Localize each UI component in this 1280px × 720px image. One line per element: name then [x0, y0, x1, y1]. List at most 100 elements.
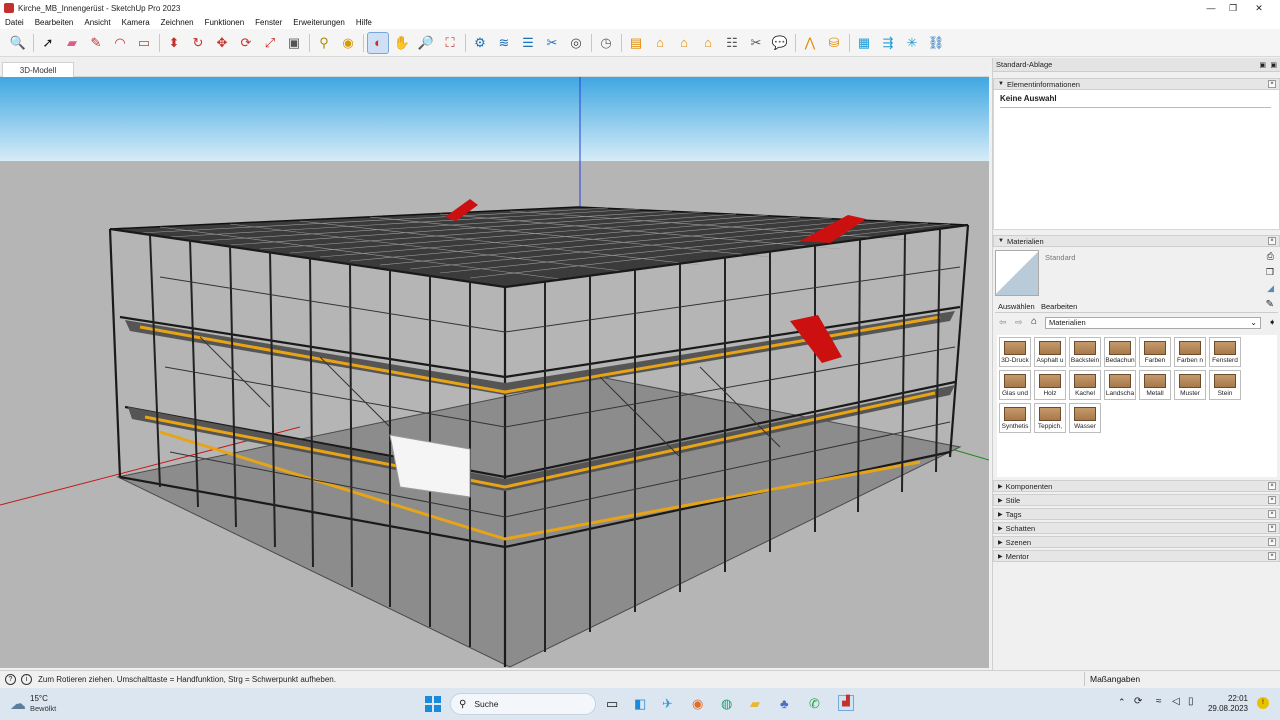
section-szenen[interactable]: ▶ Szenen × [993, 536, 1280, 548]
report-icon[interactable]: ▤ [626, 33, 646, 53]
zoom-extents-icon[interactable]: 🔍 [8, 33, 28, 53]
house3-icon[interactable]: ⌂ [698, 33, 718, 53]
material-folder[interactable]: Bedachun [1104, 337, 1136, 367]
file-explorer-icon[interactable]: ▰ [750, 696, 760, 712]
scale-icon[interactable]: ⤢ [260, 33, 280, 53]
move-icon[interactable]: ✥ [212, 33, 232, 53]
tools-icon[interactable]: ✂ [746, 33, 766, 53]
volume-icon[interactable]: ◁ [1172, 696, 1180, 707]
taskbar-search[interactable]: ⚲ Suche [450, 693, 596, 715]
firefox-icon[interactable]: ◉ [692, 696, 703, 712]
menu-zeichnen[interactable]: Zeichnen [161, 18, 194, 27]
material-folder[interactable]: Backstein [1069, 337, 1101, 367]
whatsapp-icon[interactable]: ✆ [809, 696, 820, 712]
tray-chevron-icon[interactable]: ⌃ [1118, 697, 1126, 708]
sync-icon[interactable]: ⟳ [1134, 696, 1142, 707]
telegram-icon[interactable]: ✈ [662, 696, 673, 712]
tools-blue-icon[interactable]: ✂ [542, 33, 562, 53]
materials-header[interactable]: ▼ Materialien × [993, 235, 1280, 247]
chat-icon[interactable]: 💬 [770, 33, 790, 53]
edge-icon[interactable]: ◍ [721, 696, 732, 712]
scaffold-icon[interactable]: ▦ [854, 33, 874, 53]
material-folder[interactable]: Farben [1139, 337, 1171, 367]
export-icon[interactable]: ⇶ [878, 33, 898, 53]
styles-icon[interactable]: ☰ [518, 33, 538, 53]
close-section-icon[interactable]: × [1268, 237, 1276, 245]
sample-paint-icon[interactable]: ❒ [1266, 267, 1274, 278]
material-folder[interactable]: Glas und [999, 370, 1031, 400]
network-icon[interactable]: ✳ [902, 33, 922, 53]
zoom-window-icon[interactable]: ⛶ [440, 33, 460, 53]
material-folder[interactable]: 3D-Druck [999, 337, 1031, 367]
material-folder[interactable]: Synthetis [999, 403, 1031, 433]
tab-3d-model[interactable]: 3D-Modell [2, 62, 74, 77]
menu-bearbeiten[interactable]: Bearbeiten [35, 18, 74, 27]
teams-icon[interactable]: ♣ [780, 696, 789, 711]
material-folder[interactable]: Holz [1034, 370, 1066, 400]
roof-icon[interactable]: ⋀ [800, 33, 820, 53]
section-komponenten[interactable]: ▶ Komponenten × [993, 480, 1280, 492]
material-folder[interactable]: Metall [1139, 370, 1171, 400]
home-icon[interactable]: ⌂ [1031, 316, 1037, 327]
link-icon[interactable]: ⛓ [926, 33, 946, 53]
line-icon[interactable]: ✎ [86, 33, 106, 53]
clock[interactable]: 22:01 29.08.2023 [1206, 694, 1248, 714]
list-icon[interactable]: ☷ [722, 33, 742, 53]
material-folder[interactable]: Kachel [1069, 370, 1101, 400]
wifi-icon[interactable]: ≈ [1156, 696, 1162, 707]
section-icon[interactable]: ⚙ [470, 33, 490, 53]
select-icon[interactable]: ➚ [38, 33, 58, 53]
house2-icon[interactable]: ⌂ [674, 33, 694, 53]
material-folder[interactable]: Farben n [1174, 337, 1206, 367]
pan-icon[interactable]: ✋ [392, 33, 412, 53]
rectangle-icon[interactable]: ▭ [134, 33, 154, 53]
section-stile[interactable]: ▶ Stile × [993, 494, 1280, 506]
menu-funktionen[interactable]: Funktionen [205, 18, 245, 27]
create-material-icon[interactable]: ⎙ [1267, 251, 1274, 262]
layers-icon[interactable]: ≋ [494, 33, 514, 53]
start-button[interactable] [425, 696, 441, 712]
tape-measure-icon[interactable]: ⚲ [314, 33, 334, 53]
weather-widget[interactable]: ☁ 15°C Bewölkt [10, 694, 56, 714]
rotate-icon[interactable]: ⟳ [236, 33, 256, 53]
push-pull-icon[interactable]: ⬍ [164, 33, 184, 53]
material-folder[interactable]: Muster [1174, 370, 1206, 400]
tray-close-icon[interactable]: ▣ [1270, 61, 1277, 69]
paint-bucket-icon[interactable]: ◉ [338, 33, 358, 53]
battery-icon[interactable]: ▯ [1188, 696, 1194, 707]
sketchup-taskbar-icon[interactable]: ▟ [838, 695, 854, 711]
section-schatten[interactable]: ▶ Schatten × [993, 522, 1280, 534]
menu-erweiterungen[interactable]: Erweiterungen [293, 18, 345, 27]
close-section-icon[interactable]: × [1268, 496, 1276, 504]
arc-icon[interactable]: ◠ [110, 33, 130, 53]
menu-fenster[interactable]: Fenster [255, 18, 282, 27]
menu-ansicht[interactable]: Ansicht [84, 18, 110, 27]
close-section-icon[interactable]: × [1268, 552, 1276, 560]
geo-location-icon[interactable]: ? [5, 673, 16, 685]
close-button[interactable]: ✕ [1236, 0, 1280, 16]
info-icon[interactable]: i [21, 673, 32, 685]
close-section-icon[interactable]: × [1268, 510, 1276, 518]
menu-datei[interactable]: Datei [5, 18, 24, 27]
close-section-icon[interactable]: × [1268, 482, 1276, 490]
menu-kamera[interactable]: Kamera [122, 18, 150, 27]
database-icon[interactable]: ⛁ [824, 33, 844, 53]
library-select[interactable]: Materialien ⌄ [1045, 317, 1261, 329]
close-section-icon[interactable]: × [1268, 80, 1276, 88]
eyedropper-icon[interactable]: ✎ [1266, 299, 1274, 310]
close-section-icon[interactable]: × [1268, 538, 1276, 546]
explorer-app-icon[interactable]: ◧ [634, 696, 646, 712]
material-folder[interactable]: Landscha [1104, 370, 1136, 400]
material-folder[interactable]: Teppich, [1034, 403, 1066, 433]
notification-icon[interactable]: ! [1257, 697, 1269, 709]
details-arrow-icon[interactable]: ➧ [1268, 317, 1276, 328]
tray-pin-icon[interactable]: ▣ [1259, 61, 1266, 69]
display-secondary-icon[interactable]: ◢ [1267, 283, 1274, 294]
offset-icon[interactable]: ▣ [284, 33, 304, 53]
tab-bearbeiten[interactable]: Bearbeiten [1041, 302, 1077, 311]
timer-icon[interactable]: ◷ [596, 33, 616, 53]
tab-auswaehlen[interactable]: Auswählen [998, 302, 1035, 311]
entity-info-header[interactable]: ▼ Elementinformationen × [993, 78, 1280, 90]
zoom-icon[interactable]: 🔎 [416, 33, 436, 53]
material-folder[interactable]: Asphalt u [1034, 337, 1066, 367]
